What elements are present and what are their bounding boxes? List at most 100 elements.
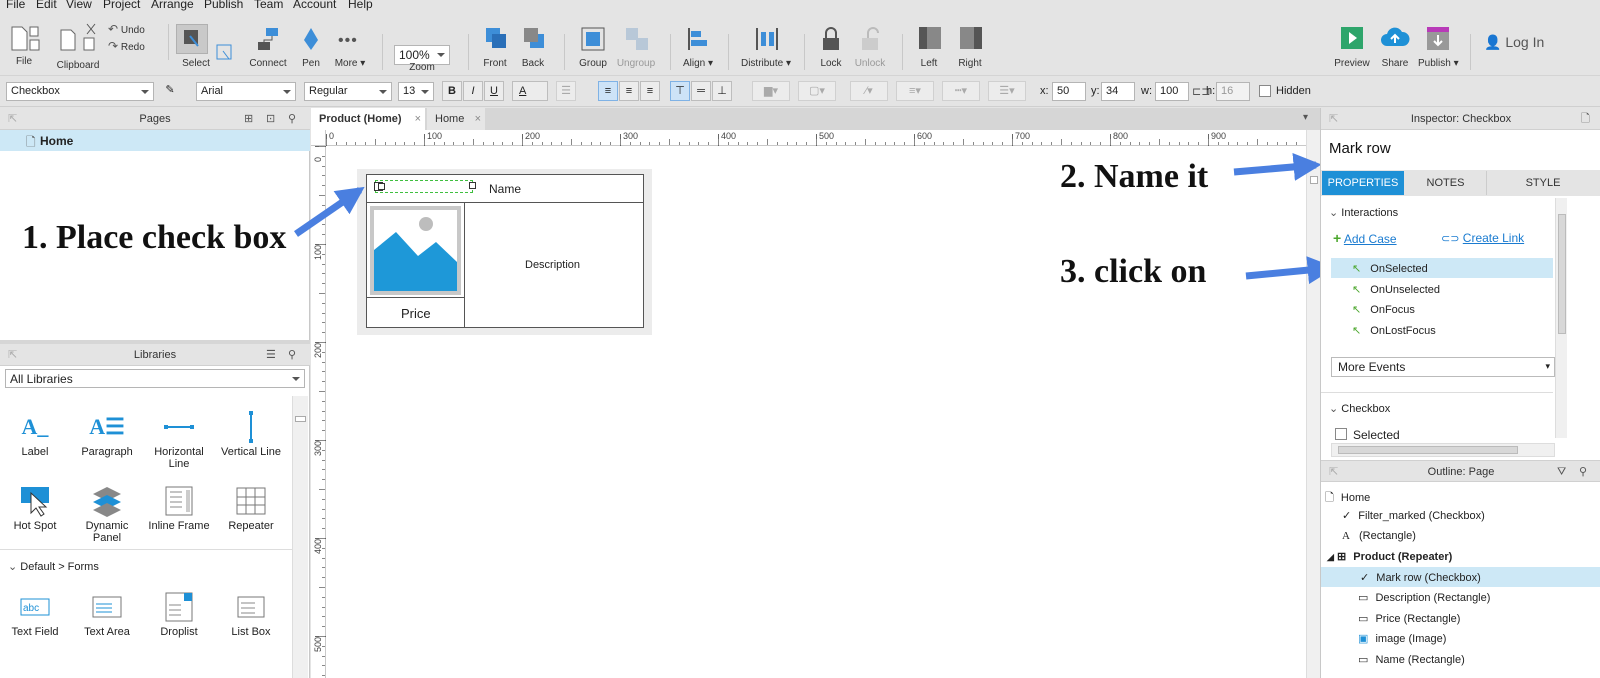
widget-type-select[interactable]: Checkbox (6, 82, 154, 101)
x-position-input[interactable]: 50 (1052, 82, 1086, 101)
file-button[interactable]: File (4, 22, 44, 74)
menu-team[interactable]: Team (254, 0, 283, 11)
underline-button[interactable]: U (484, 81, 504, 101)
library-item-inline-frame[interactable]: Inline Frame (144, 482, 214, 532)
tab-overflow-icon[interactable]: ▾ (1303, 112, 1308, 123)
pin-icon[interactable]: ⇱ (8, 108, 17, 130)
redo-button[interactable]: ↷ Redo (108, 39, 154, 53)
align-center-icon[interactable]: ≡ (619, 81, 639, 101)
tab-properties[interactable]: PROPERTIES (1322, 171, 1404, 195)
create-link-link[interactable]: ⊂⊃ Create Link (1441, 231, 1524, 245)
inspector-hscrollbar[interactable] (1331, 443, 1555, 457)
align-right-icon[interactable]: ≡ (640, 81, 660, 101)
library-item-paragraph[interactable]: A☰ Paragraph (72, 408, 142, 458)
line-style-icon[interactable]: ┅▾ (942, 81, 980, 101)
filter-icon[interactable]: ⛛ (1557, 461, 1566, 483)
pin-icon[interactable]: ⇱ (1329, 461, 1338, 483)
forms-section-header[interactable]: ⌄ Default > Forms (8, 560, 99, 573)
line-width-icon[interactable]: ≡▾ (896, 81, 934, 101)
valign-top-icon[interactable]: ⊤ (670, 81, 690, 101)
inspector-scrollbar[interactable] (1555, 198, 1567, 438)
outline-item-filter-marked[interactable]: ✓ Filter_marked (Checkbox) (1342, 509, 1485, 522)
menu-arrange[interactable]: Arrange (151, 0, 194, 11)
font-size-select[interactable]: 13 (398, 82, 434, 101)
outline-item-price[interactable]: ▭ Price (Rectangle) (1358, 612, 1460, 625)
close-icon[interactable]: × (415, 108, 421, 130)
outline-item-name[interactable]: ▭ Name (Rectangle) (1358, 653, 1465, 666)
library-item-droplist[interactable]: Droplist (144, 588, 214, 638)
bold-button[interactable]: B (442, 81, 462, 101)
valign-bottom-icon[interactable]: ⊥ (712, 81, 732, 101)
line-color-icon[interactable]: ∕▾ (850, 81, 888, 101)
right-button[interactable]: Right (955, 24, 985, 74)
resize-handle[interactable] (469, 182, 476, 189)
pin-icon[interactable]: ⇱ (8, 344, 17, 366)
library-item-text-field[interactable]: abc Text Field (0, 588, 70, 638)
ungroup-button[interactable]: Ungroup (616, 24, 656, 74)
hidden-checkbox[interactable] (1259, 85, 1271, 97)
shadow-icon[interactable]: ▢▾ (798, 81, 836, 101)
tab-product-home[interactable]: Product (Home) × (311, 108, 425, 130)
menu-help[interactable]: Help (348, 0, 373, 11)
library-item-horizontal-line[interactable]: Horizontal Line (144, 408, 214, 470)
unlock-button[interactable]: Unlock (852, 24, 888, 74)
font-family-select[interactable]: Arial (196, 82, 296, 101)
pin-icon[interactable]: ⇱ (1329, 108, 1338, 130)
bullet-list-icon[interactable]: ☰ (556, 81, 576, 101)
search-icon[interactable]: ⚲ (288, 344, 296, 366)
event-onselected[interactable]: ↖ OnSelected (1352, 262, 1428, 275)
image-placeholder[interactable] (370, 206, 461, 295)
align-button[interactable]: Align ▾ (680, 24, 716, 74)
add-page-icon[interactable]: ⊞ (244, 108, 253, 130)
library-item-hot-spot[interactable]: Hot Spot (0, 482, 70, 532)
menu-icon[interactable]: ☰ (266, 344, 276, 366)
menu-project[interactable]: Project (103, 0, 140, 11)
preview-button[interactable]: Preview (1332, 24, 1372, 74)
library-item-list-box[interactable]: List Box (216, 588, 286, 638)
italic-button[interactable]: I (463, 81, 483, 101)
repeater-widget[interactable]: Name Price Description (357, 169, 652, 335)
lock-button[interactable]: Lock (816, 24, 846, 74)
outline-item-product-repeater[interactable]: ◢ ⊞ Product (Repeater) (1327, 550, 1452, 563)
menu-publish[interactable]: Publish (204, 0, 243, 11)
checkbox-section[interactable]: ⌄ Checkbox (1329, 402, 1390, 415)
font-color-button[interactable]: A (512, 81, 548, 101)
group-button[interactable]: Group (576, 24, 610, 74)
outline-item-image[interactable]: ▣ image (Image) (1358, 632, 1446, 645)
style-edit-icon[interactable]: ✎ (160, 81, 180, 101)
outline-item-mark-row[interactable]: ✓ Mark row (Checkbox) (1360, 571, 1481, 584)
tab-style[interactable]: STYLE (1487, 171, 1599, 195)
library-item-text-area[interactable]: Text Area (72, 588, 142, 638)
menu-view[interactable]: View (66, 0, 92, 11)
connect-tool-button[interactable]: Connect (248, 24, 288, 74)
login-button[interactable]: 👤 Log In (1484, 34, 1564, 52)
select-mode-icon[interactable] (216, 44, 234, 62)
left-button[interactable]: Left (914, 24, 944, 74)
align-left-icon[interactable]: ≡ (598, 81, 618, 101)
arrow-style-icon[interactable]: ☰▾ (988, 81, 1026, 101)
event-onfocus[interactable]: ↖ OnFocus (1352, 303, 1415, 316)
y-position-input[interactable]: 34 (1101, 82, 1135, 101)
distribute-button[interactable]: Distribute ▾ (740, 24, 792, 74)
outline-item-description[interactable]: ▭ Description (Rectangle) (1358, 591, 1490, 604)
mark-row-checkbox[interactable] (374, 180, 476, 193)
add-folder-icon[interactable]: ⊡ (266, 108, 275, 130)
menu-file[interactable]: File (6, 0, 25, 11)
selected-checkbox[interactable] (1335, 428, 1347, 440)
select-tool-button[interactable]: Select (176, 24, 210, 74)
undo-button[interactable]: ↶ Undo (108, 22, 154, 36)
search-icon[interactable]: ⚲ (288, 108, 296, 130)
bring-front-button[interactable]: Front (480, 24, 510, 74)
publish-button[interactable]: Publish ▾ (1418, 24, 1459, 74)
share-button[interactable]: Share (1376, 24, 1414, 74)
fill-color-icon[interactable]: ▆▾ (752, 81, 790, 101)
description-rectangle[interactable]: Description (464, 202, 644, 328)
page-item-home[interactable]: 🗋 Home (0, 130, 310, 151)
more-events-select[interactable]: More Events ▾ (1331, 357, 1555, 377)
library-select[interactable]: All Libraries (5, 369, 305, 388)
menu-edit[interactable]: Edit (36, 0, 57, 11)
outline-item-home[interactable]: 🗋 Home (1325, 489, 1370, 508)
tab-home[interactable]: Home × (427, 108, 485, 130)
outline-item-rectangle[interactable]: A (Rectangle) (1342, 530, 1416, 542)
price-rectangle[interactable]: Price (366, 297, 465, 328)
